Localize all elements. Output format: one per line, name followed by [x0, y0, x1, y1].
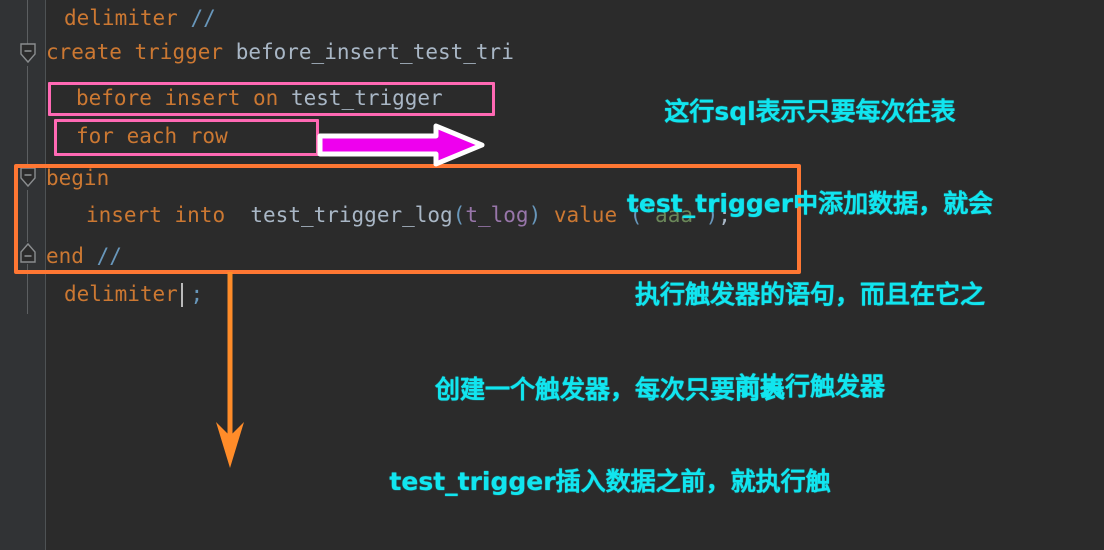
annotation-bottom-line-2: test_trigger插入数据之前，就执行触: [389, 466, 831, 496]
token-keyword-trigger: trigger: [134, 40, 224, 64]
highlight-box-before-insert-on: [48, 82, 495, 116]
token-keyword: delimiter: [64, 6, 178, 30]
code-line-1[interactable]: delimiter //: [64, 2, 216, 35]
fold-guide-line: [27, 66, 28, 168]
magenta-pointer-arrow: [317, 123, 485, 167]
editor-gutter[interactable]: [0, 0, 46, 550]
highlight-box-for-each-row: [54, 119, 319, 156]
token-semicolon: ;: [190, 282, 204, 306]
token-identifier-trigger-name: before_insert_test_tri: [235, 40, 514, 64]
screenshot-root: delimiter // create trigger before_inser…: [0, 0, 1104, 550]
code-line-2[interactable]: create trigger before_insert_test_tri: [46, 36, 514, 69]
token-operator: //: [190, 6, 216, 30]
annotation-arrow-label: 触发器里面的语句: [108, 500, 488, 550]
token-keyword-create: create: [46, 40, 122, 64]
annotation-top-line-1: 这行sql表示只要每次往表: [664, 97, 956, 126]
annotation-bottom-line-1: 创建一个触发器，每次只要向表: [434, 375, 785, 404]
annotation-top-line-2: test_trigger中添加数据，就会: [626, 188, 994, 218]
token-keyword-delimiter: delimiter: [64, 282, 178, 306]
annotation-top-line-3: 执行触发器的语句，而且在它之: [634, 280, 985, 309]
orange-down-arrow: [216, 272, 244, 468]
text-caret: [181, 283, 183, 307]
fold-guide-line: [27, 0, 28, 46]
fold-collapse-icon-create[interactable]: [18, 42, 38, 64]
